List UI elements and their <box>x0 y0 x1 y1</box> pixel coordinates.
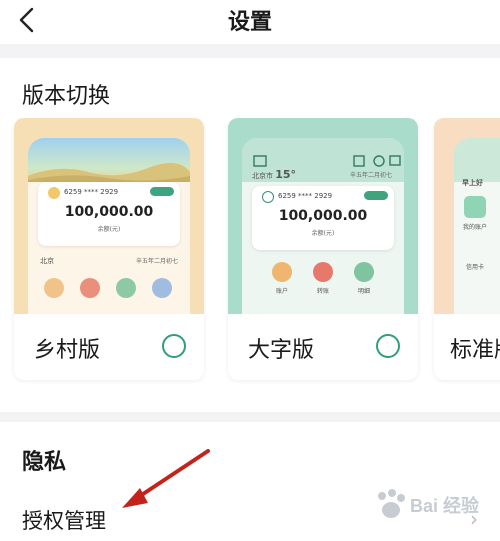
greeting: 早上好 <box>462 179 483 187</box>
weather-city: 北京 <box>40 257 54 265</box>
account-card: 6259 **** 2929 100,000.00 余额(元) <box>252 186 394 250</box>
card-preview-standard: 早上好 我的账户 信用卡 <box>434 118 500 318</box>
balance-label: 余额(元) <box>97 226 121 233</box>
lunar-date: 辛五年二月初七 <box>349 172 392 179</box>
card-footer: 乡村版 <box>14 314 204 380</box>
feature-icon <box>464 196 486 218</box>
card-tag <box>150 187 174 196</box>
feature-label: 信用卡 <box>465 264 484 271</box>
feature-icon <box>116 278 136 298</box>
version-card-standard[interactable]: 早上好 我的账户 信用卡 标准版 <box>434 118 500 380</box>
feature-icon <box>152 278 172 298</box>
card-preview-large: 北京市 15° 辛五年二月初七 6259 **** 2929 100,000.0… <box>228 118 418 318</box>
feature-icon <box>354 262 374 282</box>
balance-label: 余额(元) <box>311 230 335 237</box>
privacy-title: 隐私 <box>22 450 67 475</box>
version-switch-title: 版本切换 <box>22 84 111 109</box>
card-label-large: 大字版 <box>248 338 315 363</box>
feature-icon <box>313 262 333 282</box>
watermark-text: Bai 经验 <box>410 496 480 516</box>
feature-icon <box>272 262 292 282</box>
preview-banner <box>28 138 190 182</box>
account-balance: 100,000.00 <box>278 208 368 224</box>
account-number: 6259 **** 2929 <box>64 188 119 196</box>
card-footer: 大字版 <box>228 314 418 380</box>
paw-logo-icon <box>378 489 405 518</box>
feature-label: 转账 <box>316 288 329 295</box>
account-balance: 100,000.00 <box>64 204 154 220</box>
header-divider <box>0 44 500 58</box>
watermark: Bai 经验 <box>372 486 492 526</box>
feature-icon <box>44 278 64 298</box>
card-label-rural: 乡村版 <box>34 338 101 363</box>
card-footer: 标准版 <box>434 314 500 380</box>
account-number: 6259 **** 2929 <box>278 192 333 200</box>
phone-preview: 北京市 15° 辛五年二月初七 6259 **** 2929 100,000.0… <box>242 138 404 318</box>
preview-banner <box>454 138 500 182</box>
authorization-label: 授权管理 <box>22 509 106 533</box>
version-card-rural[interactable]: 6259 **** 2929 100,000.00 余额(元) 北京 辛五年二月… <box>14 118 204 380</box>
page-title: 设置 <box>227 10 272 35</box>
version-cards: 6259 **** 2929 100,000.00 余额(元) 北京 辛五年二月… <box>0 118 500 384</box>
radio-large[interactable] <box>376 334 400 358</box>
card-label-standard: 标准版 <box>450 338 500 363</box>
top-bar: 设置 <box>0 0 500 44</box>
phone-preview: 6259 **** 2929 100,000.00 余额(元) 北京 辛五年二月… <box>28 138 190 318</box>
section-divider <box>0 412 500 422</box>
feature-label: 明细 <box>357 288 370 295</box>
mountain-icon <box>28 162 190 182</box>
weather-city: 北京市 15° <box>252 168 296 181</box>
radio-rural[interactable] <box>162 334 186 358</box>
feature-icon <box>80 278 100 298</box>
version-card-large[interactable]: 北京市 15° 辛五年二月初七 6259 **** 2929 100,000.0… <box>228 118 418 380</box>
account-card: 6259 **** 2929 100,000.00 余额(元) <box>38 182 180 246</box>
lunar-date: 辛五年二月初七 <box>135 258 178 265</box>
bank-logo-icon <box>48 187 60 199</box>
weather-city-text: 北京市 <box>252 172 273 180</box>
card-preview-rural: 6259 **** 2929 100,000.00 余额(元) 北京 辛五年二月… <box>14 118 204 318</box>
feature-label: 账户 <box>275 288 288 295</box>
card-tag <box>364 191 388 200</box>
feature-label: 我的账户 <box>462 224 487 231</box>
phone-preview: 早上好 我的账户 信用卡 <box>454 138 500 318</box>
weather-temp: 15° <box>275 168 297 181</box>
bank-logo-icon <box>262 191 274 203</box>
